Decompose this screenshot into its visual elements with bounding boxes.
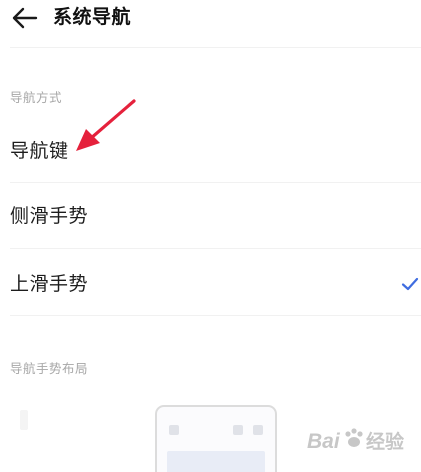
divider [10, 47, 421, 48]
svg-text:经验: 经验 [366, 430, 405, 453]
page-title: 系统导航 [53, 6, 132, 28]
preview-icon [253, 425, 263, 435]
section-title-nav-method: 导航方式 [10, 90, 63, 105]
header: 系统导航 [0, 0, 421, 40]
option-side-swipe-gesture[interactable]: 侧滑手势 [0, 186, 421, 246]
option-label: 导航键 [10, 140, 69, 162]
watermark-logo: Bai 经验 [307, 422, 411, 468]
layout-preview-left [20, 410, 28, 430]
divider [10, 315, 421, 316]
option-nav-keys[interactable]: 导航键 [0, 122, 421, 182]
option-label: 上滑手势 [10, 273, 89, 295]
divider [10, 182, 421, 183]
preview-content-area [167, 451, 265, 472]
arrow-left-icon [12, 7, 38, 29]
check-icon [401, 277, 419, 291]
preview-icon [233, 425, 243, 435]
svg-text:Bai: Bai [307, 430, 341, 453]
gesture-layout-preview[interactable] [155, 405, 277, 472]
option-swipe-up-gesture[interactable]: 上滑手势 [0, 254, 421, 314]
section-title-gesture-layout: 导航手势布局 [10, 361, 89, 376]
divider [10, 248, 421, 249]
preview-icon [169, 425, 179, 435]
option-label: 侧滑手势 [10, 205, 89, 227]
system-navigation-screen: 系统导航 导航方式 导航键 侧滑手势 上滑手势 导航手势布局 Bai 经验 [0, 0, 421, 472]
back-button[interactable] [8, 4, 42, 32]
